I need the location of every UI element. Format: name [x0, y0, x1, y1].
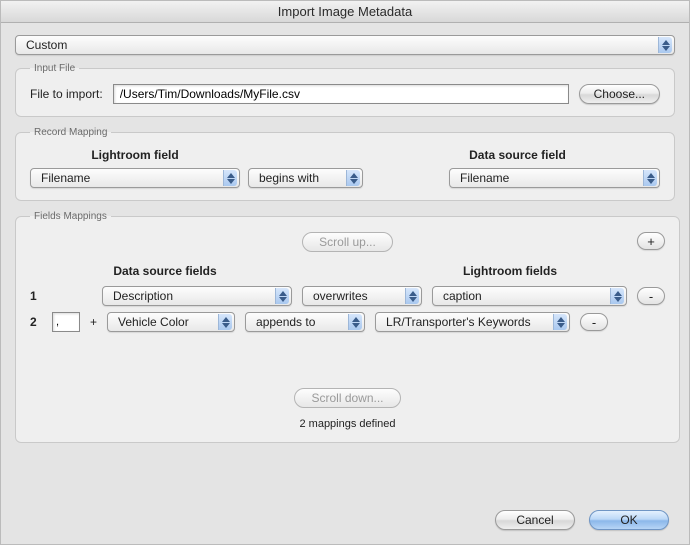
- updown-arrows-icon: [610, 288, 624, 304]
- fm-operator-popup[interactable]: appends to: [245, 312, 365, 332]
- updown-arrows-icon: [275, 288, 289, 304]
- fm-operator-popup[interactable]: overwrites: [302, 286, 422, 306]
- record-mapping-legend: Record Mapping: [30, 127, 111, 138]
- fm-datasource-popup[interactable]: Description: [102, 286, 292, 306]
- rm-datasource-popup[interactable]: Filename: [449, 168, 660, 188]
- rm-operator-popup[interactable]: begins with: [248, 168, 363, 188]
- preset-popup[interactable]: Custom: [15, 35, 675, 55]
- fields-mappings-legend: Fields Mappings: [30, 211, 111, 222]
- updown-arrows-icon: [348, 314, 362, 330]
- rm-lightroom-popup[interactable]: Filename: [30, 168, 240, 188]
- record-mapping-group: Record Mapping Lightroom field Data sour…: [15, 127, 675, 201]
- dialog-window: Import Image Metadata Custom Input File …: [0, 0, 690, 545]
- content-area: Custom Input File File to import: Choose…: [1, 23, 689, 465]
- ok-button[interactable]: OK: [589, 510, 669, 530]
- input-file-legend: Input File: [30, 63, 79, 74]
- choose-button[interactable]: Choose...: [579, 84, 660, 104]
- row-number: 2: [30, 315, 42, 329]
- file-to-import-label: File to import:: [30, 87, 103, 101]
- cancel-button[interactable]: Cancel: [495, 510, 575, 530]
- mappings-defined-label: 2 mappings defined: [16, 418, 679, 430]
- updown-arrows-icon: [553, 314, 567, 330]
- scroll-up-button[interactable]: Scroll up...: [302, 232, 393, 252]
- input-file-group: Input File File to import: Choose...: [15, 63, 675, 117]
- row-number: 1: [30, 289, 42, 303]
- dialog-footer: Cancel OK: [495, 510, 669, 530]
- remove-mapping-button[interactable]: -: [580, 313, 608, 331]
- title-bar: Import Image Metadata: [1, 1, 689, 23]
- add-mapping-button[interactable]: +: [637, 232, 665, 250]
- updown-arrows-icon: [223, 170, 237, 186]
- updown-arrows-icon: [346, 170, 360, 186]
- mapping-row: 1 Description overwrites: [30, 286, 665, 306]
- fm-col-datasource: Data source fields: [50, 264, 280, 278]
- fm-col-lightroom: Lightroom fields: [410, 264, 610, 278]
- scroll-down-button[interactable]: Scroll down...: [294, 388, 400, 408]
- updown-arrows-icon: [658, 37, 672, 53]
- rm-col-datasource: Data source field: [375, 148, 660, 162]
- rm-col-lightroom: Lightroom field: [30, 148, 240, 162]
- mapping-row: 2 + Vehicle Color appends to: [30, 312, 665, 332]
- remove-mapping-button[interactable]: -: [637, 287, 665, 305]
- fm-lightroom-popup[interactable]: caption: [432, 286, 627, 306]
- preset-value: Custom: [26, 38, 67, 52]
- updown-arrows-icon: [643, 170, 657, 186]
- fm-lightroom-popup[interactable]: LR/Transporter's Keywords: [375, 312, 570, 332]
- file-to-import-input[interactable]: [113, 84, 569, 104]
- fm-datasource-popup[interactable]: Vehicle Color: [107, 312, 235, 332]
- updown-arrows-icon: [218, 314, 232, 330]
- updown-arrows-icon: [405, 288, 419, 304]
- separator-input[interactable]: [52, 312, 80, 332]
- window-title: Import Image Metadata: [278, 4, 412, 19]
- plus-label: +: [90, 315, 97, 329]
- fields-mappings-group: Fields Mappings Scroll up... + Data sour…: [15, 211, 680, 443]
